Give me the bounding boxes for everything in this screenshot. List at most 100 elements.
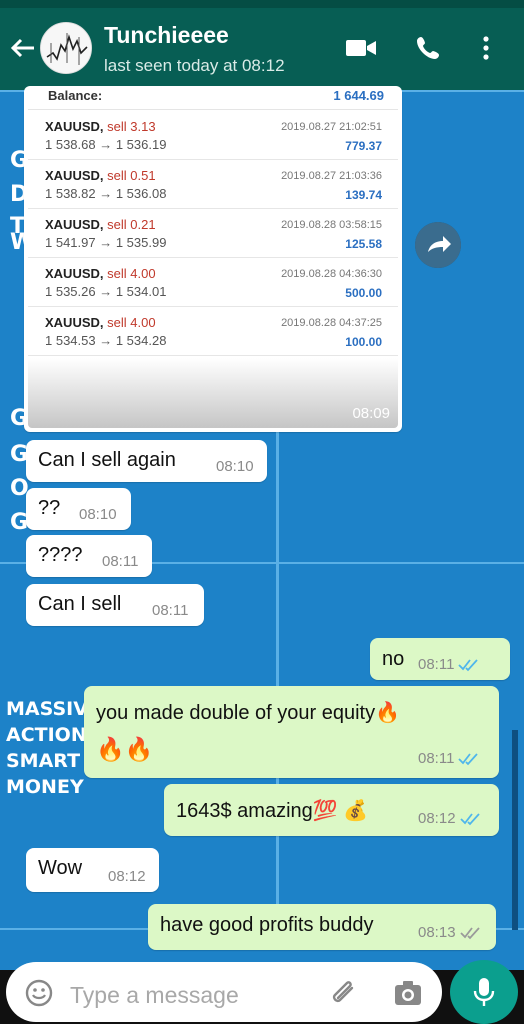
forward-icon[interactable]: [415, 222, 461, 268]
message-meta: 08:12: [418, 810, 482, 827]
message-meta: 08:13: [418, 924, 482, 941]
incoming-message[interactable]: Can I sell 08:11: [26, 584, 204, 626]
message-text: 1643$ amazing💯 💰: [176, 800, 369, 822]
chart-avatar-icon: [41, 23, 91, 73]
incoming-message[interactable]: Wow 08:12: [26, 848, 159, 892]
message-meta: 08:11: [418, 750, 480, 767]
message-time: 08:11: [418, 656, 455, 673]
message-time: 08:11: [152, 602, 189, 619]
trade-row: XAUUSD, sell 0.21 1 541.97 → 1 535.99 20…: [28, 209, 398, 258]
status-bar: [0, 0, 524, 8]
message-placeholder: Type a message: [70, 982, 239, 1008]
trade-symbol: XAUUSD, sell 0.21: [45, 217, 156, 232]
trade-prices: 1 535.26 → 1 534.01: [45, 284, 167, 299]
trade-row: XAUUSD, sell 0.51 1 538.82 → 1 536.08 20…: [28, 160, 398, 209]
symbol-text: XAUUSD,: [45, 168, 104, 183]
trade-profit: 125.58: [345, 237, 382, 251]
more-vert-icon[interactable]: [476, 34, 496, 62]
message-text-line2: 🔥🔥: [96, 736, 154, 762]
trade-side: sell 4.00: [107, 266, 156, 281]
trade-row: XAUUSD, sell 4.00 1 534.53 → 1 534.28 20…: [28, 307, 398, 356]
balance-label: Balance:: [48, 90, 103, 103]
trade-profit: 779.37: [345, 139, 382, 153]
trade-side: sell 3.13: [107, 119, 156, 134]
outgoing-message[interactable]: you made double of your equity🔥 🔥🔥 08:11: [84, 686, 499, 778]
message-text: ??: [38, 497, 61, 519]
message-text: Can I sell: [38, 593, 122, 615]
message-time: 08:11: [102, 553, 139, 570]
microphone-icon: [473, 978, 495, 1006]
message-time: 08:13: [418, 924, 456, 941]
last-seen-status: last seen today at 08:12: [104, 56, 285, 75]
image-overlay: [28, 358, 398, 428]
message-time: 08:09: [352, 405, 390, 422]
outgoing-message[interactable]: no 08:11: [370, 638, 510, 680]
trade-side: sell 0.21: [107, 217, 156, 232]
message-time: 08:10: [216, 458, 254, 475]
trade-row: XAUUSD, sell 3.13 1 538.68 → 1 536.19 20…: [28, 111, 398, 160]
camera-icon[interactable]: [392, 978, 424, 1008]
trade-datetime: 2019.08.28 04:37:25: [281, 317, 382, 329]
trade-profit: 100.00: [345, 335, 382, 349]
emoji-icon[interactable]: [24, 978, 54, 1008]
chat-wallpaper: G D T W G G O G MASSIV ACTION SMART MONE…: [0, 86, 524, 970]
incoming-message[interactable]: Can I sell again 08:10: [26, 440, 267, 482]
mic-button[interactable]: [450, 960, 518, 1024]
trade-datetime: 2019.08.28 03:58:15: [281, 219, 382, 231]
promo-text: MASSIV: [6, 698, 88, 720]
trade-prices: 1 538.68 → 1 536.19: [45, 137, 167, 152]
trade-profit: 500.00: [345, 286, 382, 300]
trade-symbol: XAUUSD, sell 4.00: [45, 266, 156, 281]
read-ticks-icon: [458, 659, 479, 672]
message-text: ????: [38, 544, 83, 566]
trade-datetime: 2019.08.27 21:02:51: [281, 121, 382, 133]
message-time: 08:11: [418, 750, 455, 767]
back-arrow-icon[interactable]: [8, 34, 36, 62]
promo-text: SMART: [6, 750, 81, 772]
trade-symbol: XAUUSD, sell 4.00: [45, 315, 156, 330]
trade-row: XAUUSD, sell 4.00 1 535.26 → 1 534.01 20…: [28, 258, 398, 307]
trade-side: sell 0.51: [107, 168, 156, 183]
trade-history-screenshot: Balance: 1 644.69 XAUUSD, sell 3.13 1 53…: [28, 90, 398, 428]
outgoing-message[interactable]: 1643$ amazing💯 💰 08:12: [164, 784, 499, 836]
message-text: you made double of your equity🔥: [96, 702, 400, 724]
image-message[interactable]: Balance: 1 644.69 XAUUSD, sell 3.13 1 53…: [24, 86, 402, 432]
delivered-ticks-icon: [459, 927, 480, 940]
trade-symbol: XAUUSD, sell 3.13: [45, 119, 156, 134]
balance-row: Balance: 1 644.69: [28, 90, 398, 110]
phone-icon[interactable]: [414, 34, 448, 62]
video-call-icon[interactable]: [344, 34, 378, 62]
trade-symbol: XAUUSD, sell 0.51: [45, 168, 156, 183]
message-input[interactable]: Type a message: [6, 962, 442, 1022]
message-text: Wow: [38, 857, 83, 879]
outgoing-message[interactable]: have good profits buddy 08:13: [148, 904, 496, 950]
message-text: no: [382, 648, 405, 670]
incoming-message[interactable]: ???? 08:11: [26, 535, 152, 577]
message-text: Can I sell again: [38, 449, 176, 471]
trade-profit: 139.74: [345, 188, 382, 202]
promo-text: ACTION: [6, 724, 87, 746]
message-time: 08:10: [79, 506, 117, 523]
promo-text: MONEY: [6, 776, 84, 798]
contact-name[interactable]: Tunchieeee: [104, 22, 229, 49]
trade-prices: 1 538.82 → 1 536.08: [45, 186, 167, 201]
avatar[interactable]: [40, 22, 92, 74]
balance-value: 1 644.69: [333, 90, 384, 103]
scrollbar[interactable]: [512, 730, 518, 930]
read-ticks-icon: [459, 813, 480, 826]
trade-prices: 1 541.97 → 1 535.99: [45, 235, 167, 250]
symbol-text: XAUUSD,: [45, 266, 104, 281]
trade-datetime: 2019.08.28 04:36:30: [281, 268, 382, 280]
read-ticks-icon: [458, 753, 479, 766]
attach-icon[interactable]: [328, 978, 360, 1008]
symbol-text: XAUUSD,: [45, 119, 104, 134]
trade-prices: 1 534.53 → 1 534.28: [45, 333, 167, 348]
message-time: 08:12: [418, 810, 456, 827]
message-text: have good profits buddy: [160, 914, 374, 936]
chat-header: Tunchieeee last seen today at 08:12: [0, 0, 524, 90]
symbol-text: XAUUSD,: [45, 315, 104, 330]
trade-datetime: 2019.08.27 21:03:36: [281, 170, 382, 182]
trade-side: sell 4.00: [107, 315, 156, 330]
symbol-text: XAUUSD,: [45, 217, 104, 232]
incoming-message[interactable]: ?? 08:10: [26, 488, 131, 530]
